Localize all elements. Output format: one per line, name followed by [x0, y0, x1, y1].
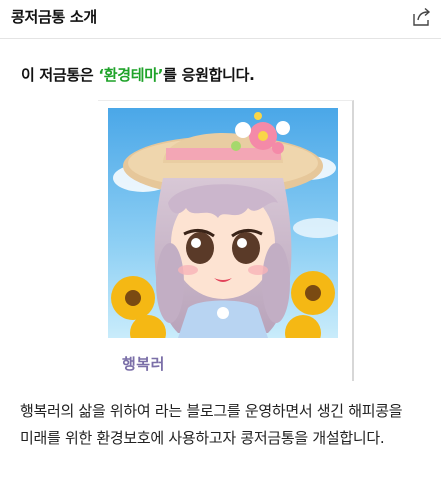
headline-prefix: 이 저금통은	[21, 66, 99, 84]
headline-suffix: 를 응원합니다.	[163, 66, 255, 84]
share-button[interactable]	[407, 3, 435, 31]
description-text: 행복러의 삶을 위하여 라는 블로그를 운영하면서 생긴 해피콩을 미래를 위한…	[20, 402, 403, 447]
theme-highlight: ‘환경테마’	[98, 66, 164, 84]
page-title: 콩저금통 소개	[11, 8, 97, 26]
avatar-name: 행복러	[122, 355, 165, 373]
support-headline: 이 저금통은 ‘환경테마’를 응원합니다.	[21, 64, 255, 85]
top-bar: 콩저금통 소개	[0, 0, 441, 39]
avatar-illustration	[108, 108, 338, 338]
profile-card: 행복러	[98, 100, 354, 381]
share-icon	[413, 7, 431, 26]
